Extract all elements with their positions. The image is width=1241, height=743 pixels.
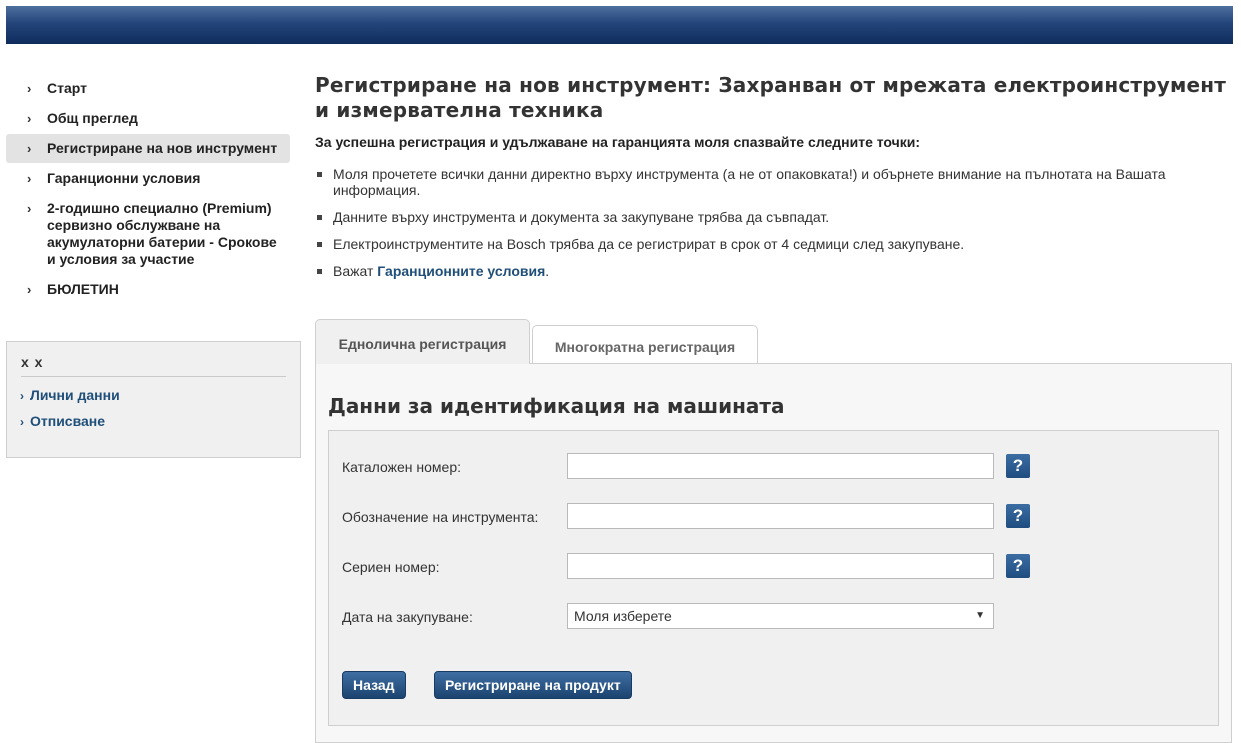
chevron-right-icon: › bbox=[27, 81, 32, 96]
bullet-square-icon bbox=[317, 242, 322, 247]
logout-link[interactable]: › Отписване bbox=[20, 413, 300, 429]
designation-row: Обозначение на инструмента: ? bbox=[342, 503, 1042, 531]
bullet-text: Данните върху инструмента и документа за… bbox=[333, 209, 830, 225]
back-button[interactable]: Назад bbox=[342, 671, 406, 699]
serial-number-input[interactable] bbox=[567, 553, 994, 579]
page-title: Регистриране на нов инструмент: Захранва… bbox=[315, 73, 1227, 122]
personal-data-link[interactable]: › Лични данни bbox=[20, 387, 300, 403]
sidebar-nav: › Старт › Общ преглед › Регистриране на … bbox=[6, 74, 290, 305]
chevron-right-icon: › bbox=[20, 415, 24, 429]
tab-single-registration[interactable]: Еднолична регистрация bbox=[315, 319, 530, 364]
instructions-list: Моля прочетете всички данни директно вър… bbox=[315, 166, 1235, 279]
sidebar-item-label: Старт bbox=[47, 80, 87, 96]
bullet-suffix: . bbox=[545, 263, 550, 279]
header-bar bbox=[6, 6, 1233, 44]
help-icon[interactable]: ? bbox=[1006, 554, 1030, 578]
register-product-button[interactable]: Регистриране на продукт bbox=[434, 671, 632, 699]
identification-form: Каталожен номер: ? Обозначение на инстру… bbox=[328, 430, 1219, 726]
sidebar-item-label: БЮЛЕТИН bbox=[47, 281, 119, 297]
bullet-square-icon bbox=[317, 215, 322, 220]
sidebar-item-overview[interactable]: › Общ преглед bbox=[6, 104, 290, 133]
serial-label: Сериен номер: bbox=[342, 559, 440, 575]
purchase-date-row: Дата на закупуване: Моля изберете ▼ bbox=[342, 603, 1042, 631]
list-item: Моля прочетете всички данни директно вър… bbox=[315, 166, 1233, 198]
purchase-date-label: Дата на закупуване: bbox=[342, 609, 473, 625]
user-box: x x › Лични данни › Отписване bbox=[6, 341, 301, 458]
sidebar-item-register-tool[interactable]: › Регистриране на нов инструмент bbox=[6, 134, 290, 163]
help-icon[interactable]: ? bbox=[1006, 454, 1030, 478]
form-title: Данни за идентификация на машината bbox=[328, 394, 785, 418]
sidebar-item-premium-service[interactable]: › 2-годишно специално (Premium) сервизно… bbox=[6, 194, 290, 274]
chevron-right-icon: › bbox=[27, 282, 32, 297]
list-item: Важат Гаранционните условия. bbox=[315, 263, 1233, 279]
list-item: Данните върху инструмента и документа за… bbox=[315, 209, 1233, 225]
tab-multiple-registration[interactable]: Многократна регистрация bbox=[532, 325, 758, 363]
catalog-number-input[interactable] bbox=[567, 453, 994, 479]
purchase-date-select[interactable]: Моля изберете ▼ bbox=[567, 603, 994, 629]
main-content: Регистриране на нов инструмент: Захранва… bbox=[315, 73, 1235, 290]
chevron-right-icon: › bbox=[27, 141, 32, 156]
sidebar-item-label: Гаранционни условия bbox=[47, 170, 201, 186]
sidebar-item-warranty[interactable]: › Гаранционни условия bbox=[6, 164, 290, 193]
logout-label: Отписване bbox=[30, 413, 106, 429]
designation-label: Обозначение на инструмента: bbox=[342, 509, 539, 525]
bullet-text: Моля прочетете всички данни директно вър… bbox=[333, 166, 1166, 198]
dropdown-arrow-icon: ▼ bbox=[975, 610, 985, 621]
registration-panel: Данни за идентификация на машината Катал… bbox=[315, 363, 1232, 743]
bullet-text: Важат bbox=[333, 263, 378, 279]
sidebar-item-label: 2-годишно специално (Premium) сервизно о… bbox=[47, 200, 277, 267]
catalog-row: Каталожен номер: ? bbox=[342, 453, 1042, 481]
chevron-right-icon: › bbox=[20, 389, 24, 403]
warranty-conditions-link[interactable]: Гаранционните условия bbox=[377, 263, 545, 279]
bullet-square-icon bbox=[317, 269, 322, 274]
bullet-square-icon bbox=[317, 172, 322, 177]
chevron-right-icon: › bbox=[27, 201, 32, 216]
user-name: x x bbox=[21, 354, 286, 377]
chevron-right-icon: › bbox=[27, 171, 32, 186]
sidebar-item-label: Общ преглед bbox=[47, 110, 138, 126]
sidebar-item-newsletter[interactable]: › БЮЛЕТИН bbox=[6, 275, 290, 304]
select-value: Моля изберете bbox=[574, 608, 672, 624]
catalog-label: Каталожен номер: bbox=[342, 459, 462, 475]
sidebar-item-label: Регистриране на нов инструмент bbox=[47, 140, 278, 156]
intro-text: За успешна регистрация и удължаване на г… bbox=[315, 134, 921, 150]
chevron-right-icon: › bbox=[27, 111, 32, 126]
personal-data-label: Лични данни bbox=[30, 387, 120, 403]
tool-designation-input[interactable] bbox=[567, 503, 994, 529]
bullet-text: Електроинструментите на Bosch трябва да … bbox=[333, 236, 965, 252]
help-icon[interactable]: ? bbox=[1006, 504, 1030, 528]
list-item: Електроинструментите на Bosch трябва да … bbox=[315, 236, 1233, 252]
serial-row: Сериен номер: ? bbox=[342, 553, 1042, 581]
sidebar-item-start[interactable]: › Старт bbox=[6, 74, 290, 103]
